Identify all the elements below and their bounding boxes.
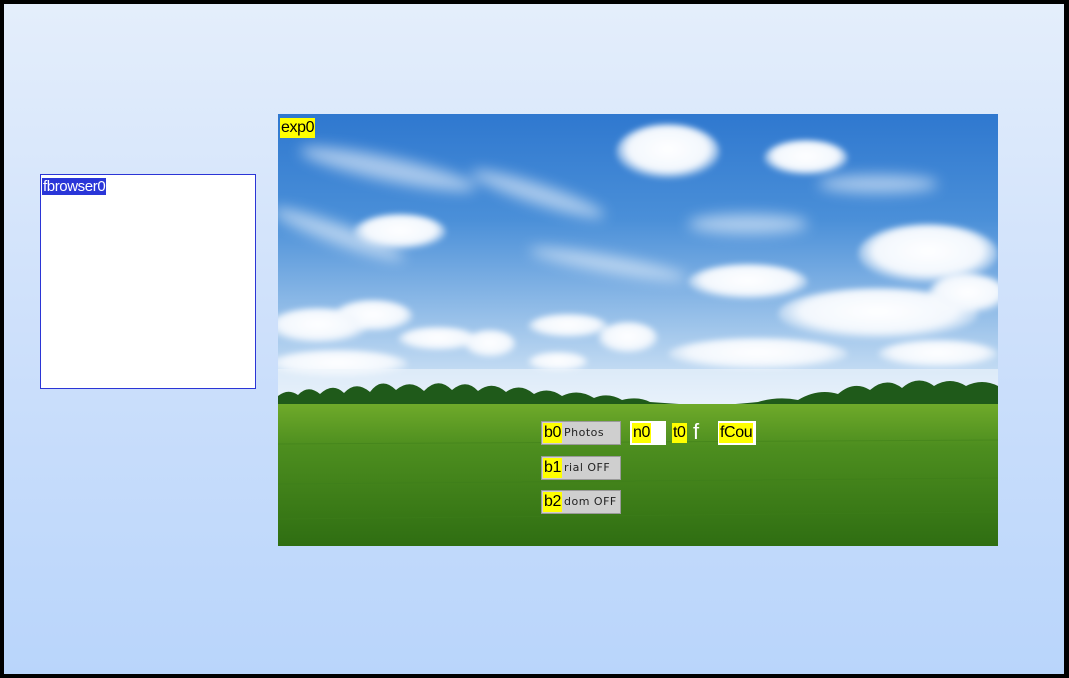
app-canvas: fbrowser0 exp0 b0 Photos b1 rial OFF b2 … bbox=[4, 4, 1064, 674]
counter-id-label: fCou bbox=[719, 423, 754, 443]
photos-button[interactable]: b0 Photos bbox=[541, 421, 621, 445]
button-id-label: b1 bbox=[543, 458, 562, 478]
explorer-id-label: exp0 bbox=[280, 118, 316, 138]
text-field-id-label: t0 bbox=[672, 423, 687, 443]
tutorial-toggle-button[interactable]: b1 rial OFF bbox=[541, 456, 621, 480]
button-id-label: b2 bbox=[543, 492, 562, 512]
counter-field[interactable]: fCou bbox=[718, 421, 756, 445]
text-field[interactable]: t0 f bbox=[672, 419, 712, 445]
button-label: dom OFF bbox=[564, 495, 617, 508]
button-label: rial OFF bbox=[564, 461, 611, 474]
button-id-label: b0 bbox=[543, 423, 562, 443]
button-label: Photos bbox=[564, 426, 605, 439]
text-field-value: f bbox=[693, 419, 700, 444]
random-toggle-button[interactable]: b2 dom OFF bbox=[541, 490, 621, 514]
landscape-image bbox=[278, 114, 998, 546]
file-browser-id-label: fbrowser0 bbox=[42, 178, 107, 195]
number-field[interactable]: n0 bbox=[630, 421, 666, 445]
file-browser[interactable]: fbrowser0 bbox=[40, 174, 256, 389]
photo-explorer[interactable]: exp0 b0 Photos b1 rial OFF b2 dom OFF n0… bbox=[278, 114, 998, 546]
number-id-label: n0 bbox=[632, 423, 651, 443]
